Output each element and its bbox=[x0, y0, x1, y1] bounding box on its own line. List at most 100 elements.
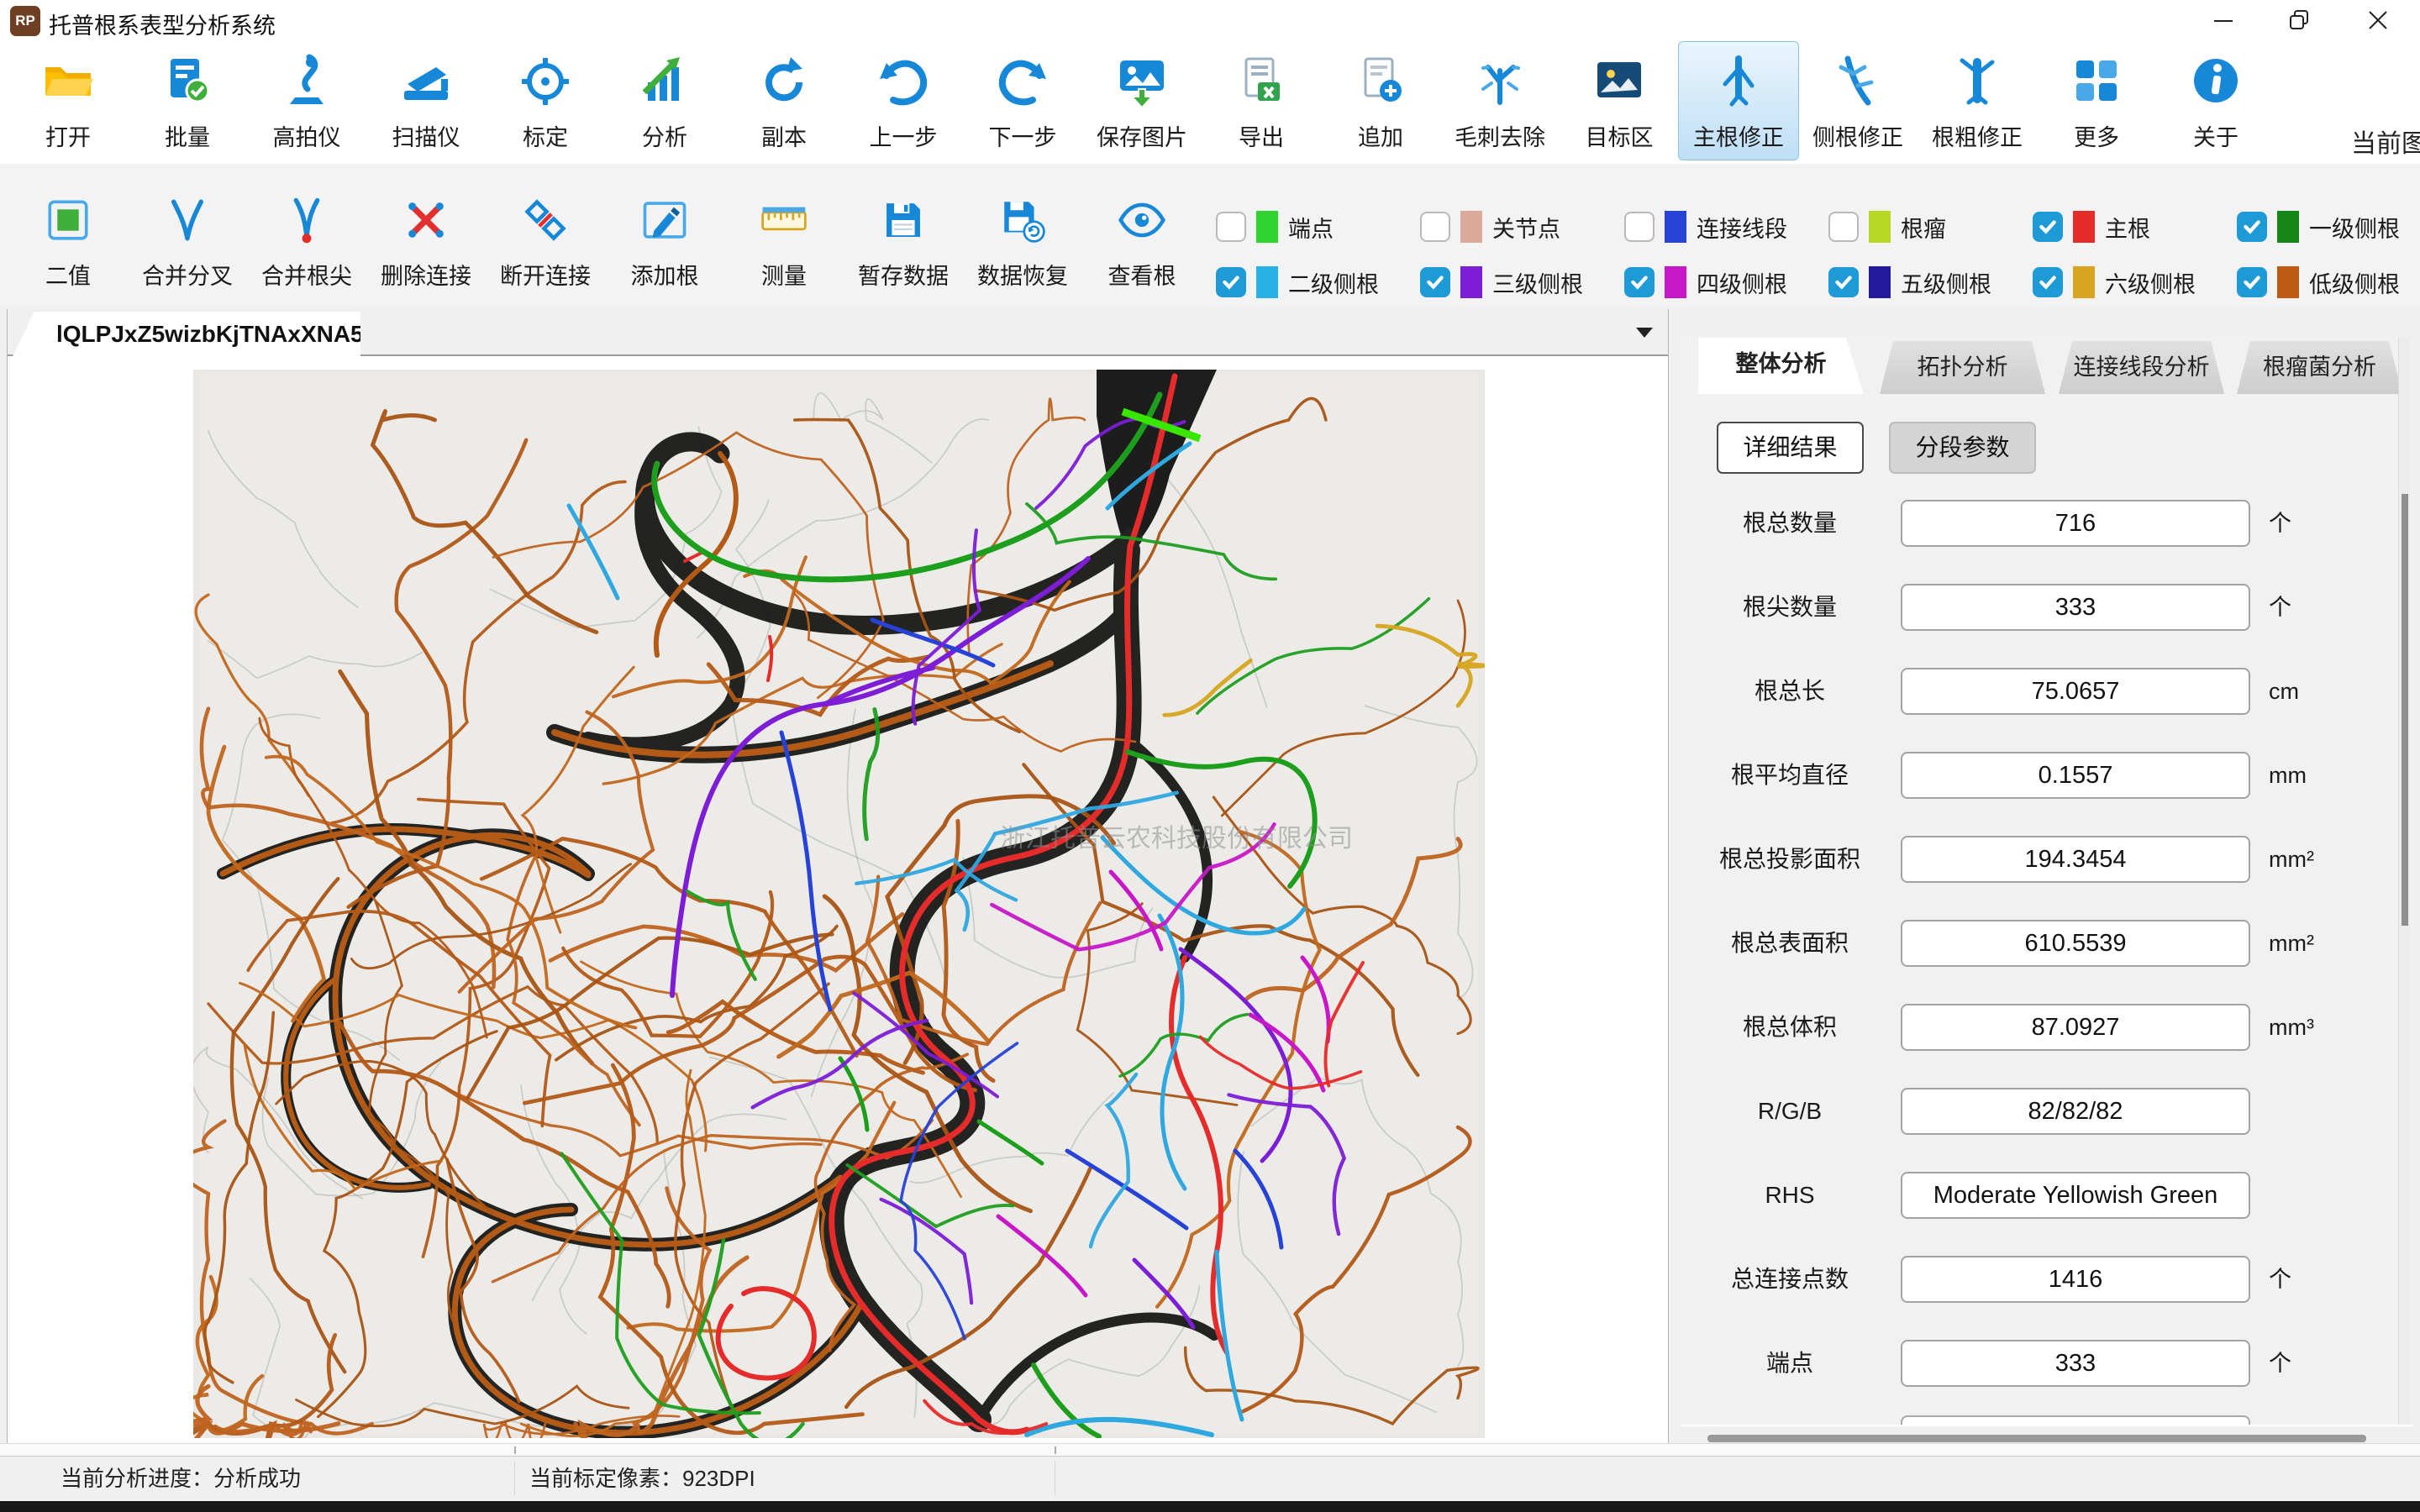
edit-button-label: 暂存数据 bbox=[858, 258, 949, 291]
checkbox[interactable] bbox=[1624, 212, 1655, 242]
open-folder-icon bbox=[41, 54, 95, 108]
close-button[interactable] bbox=[2350, 0, 2406, 40]
toolbar-button-about[interactable]: 关于 bbox=[2156, 42, 2275, 160]
color-swatch bbox=[1869, 266, 1891, 298]
legend-label: 四级侧根 bbox=[1697, 266, 1787, 299]
checkbox[interactable] bbox=[1624, 267, 1655, 297]
edit-button-label: 测量 bbox=[761, 258, 807, 291]
tab-根瘤菌分析[interactable]: 根瘤菌分析 bbox=[2237, 341, 2402, 394]
toolbar-button-export[interactable]: 导出 bbox=[1202, 42, 1321, 160]
toolbar-button-deburr[interactable]: 毛刺去除 bbox=[1440, 42, 1560, 160]
export-icon bbox=[1234, 54, 1288, 108]
checkbox[interactable] bbox=[1420, 267, 1450, 297]
restore-icon bbox=[2289, 9, 2311, 31]
edit-button-add-root[interactable]: 添加根 bbox=[605, 164, 724, 302]
edit-button-measure[interactable]: 测量 bbox=[724, 164, 844, 302]
panel-button-分段参数[interactable]: 分段参数 bbox=[1889, 422, 2036, 474]
edit-button-binary[interactable]: 二值 bbox=[8, 164, 128, 302]
toolbar-button-save-image[interactable]: 保存图片 bbox=[1082, 42, 1202, 160]
root-scan-image[interactable]: 浙江托普云农科技股份有限公司 bbox=[193, 370, 1485, 1438]
toolbar-button-main-root-fix[interactable]: 主根修正 bbox=[1679, 42, 1798, 160]
legend-item-连接线段: 连接线段 bbox=[1624, 211, 1828, 244]
edit-button-merge-fork[interactable]: 合并分叉 bbox=[128, 164, 247, 302]
panel-button-详细结果[interactable]: 详细结果 bbox=[1717, 422, 1864, 474]
image-viewer[interactable]: 浙江托普云农科技股份有限公司 bbox=[8, 356, 1668, 1453]
checkbox[interactable] bbox=[2237, 212, 2267, 242]
legend-item-三级侧根: 三级侧根 bbox=[1420, 266, 1624, 299]
edit-button-break-link[interactable]: 断开连接 bbox=[486, 164, 605, 302]
toolbar-button-open-folder[interactable]: 打开 bbox=[8, 42, 128, 160]
field-unit: cm bbox=[2269, 667, 2378, 716]
field-label: 根总长 bbox=[1697, 667, 1882, 716]
calibrate-icon bbox=[518, 54, 572, 108]
field-value-input[interactable] bbox=[1901, 1172, 2250, 1219]
checkbox[interactable] bbox=[1828, 212, 1859, 242]
checkbox[interactable] bbox=[1420, 212, 1450, 242]
tab-整体分析[interactable]: 整体分析 bbox=[1698, 338, 1864, 394]
toolbar-button-lateral-root-fix[interactable]: 侧根修正 bbox=[1798, 42, 1918, 160]
toolbar-button-append[interactable]: 追加 bbox=[1321, 42, 1440, 160]
toolbar-button-target-area[interactable]: 目标区 bbox=[1560, 42, 1679, 160]
toolbar-button-more[interactable]: 更多 bbox=[2037, 42, 2156, 160]
horizontal-scrollbar[interactable] bbox=[1707, 1435, 2366, 1442]
toolbar-button-redo[interactable]: 下一步 bbox=[963, 42, 1082, 160]
edit-button-restore-data[interactable]: 数据恢复 bbox=[963, 164, 1082, 302]
maximize-button[interactable] bbox=[2272, 0, 2328, 40]
field-value-input[interactable] bbox=[1901, 836, 2250, 883]
edit-button-label: 删除连接 bbox=[381, 258, 471, 291]
chevron-down-icon[interactable] bbox=[1636, 328, 1653, 338]
bottom-strip bbox=[0, 1501, 2420, 1512]
toolbar-button-duplicate[interactable]: 副本 bbox=[724, 42, 844, 160]
panel-scrollbar-thumb[interactable] bbox=[2402, 494, 2408, 926]
document-tab[interactable]: lQLPJxZ5wizbKjTNAxXNA5... bbox=[13, 312, 360, 356]
edit-toolbar: 二值合并分叉合并根尖删除连接断开连接添加根测量暂存数据数据恢复查看根 端点关节点… bbox=[0, 164, 2420, 307]
save-image-icon bbox=[1115, 54, 1169, 108]
toolbar-button-undo[interactable]: 上一步 bbox=[844, 42, 963, 160]
field-value-input[interactable] bbox=[1901, 1088, 2250, 1135]
toolbar-button-doc-camera[interactable]: 高拍仪 bbox=[247, 42, 366, 160]
checkbox[interactable] bbox=[1828, 267, 1859, 297]
edit-button-stash-data[interactable]: 暂存数据 bbox=[844, 164, 963, 302]
edit-button-merge-tip[interactable]: 合并根尖 bbox=[247, 164, 366, 302]
panel-scrollbar[interactable] bbox=[2398, 338, 2410, 1425]
checkbox[interactable] bbox=[1216, 212, 1246, 242]
toolbar-button-calibrate[interactable]: 标定 bbox=[486, 42, 605, 160]
checkbox[interactable] bbox=[2033, 267, 2063, 297]
field-label: RHS bbox=[1697, 1171, 1882, 1220]
field-value-input[interactable] bbox=[1901, 1340, 2250, 1387]
field-value-input[interactable] bbox=[1901, 584, 2250, 631]
field-value-input[interactable] bbox=[1901, 1256, 2250, 1303]
toolbar-button-analyze[interactable]: 分析 bbox=[605, 42, 724, 160]
color-swatch bbox=[2277, 211, 2299, 243]
field-value-input[interactable] bbox=[1901, 920, 2250, 967]
tab-连接线段分析[interactable]: 连接线段分析 bbox=[2059, 341, 2224, 394]
field-label: 根总表面积 bbox=[1697, 919, 1882, 968]
toolbar-button-label: 保存图片 bbox=[1097, 119, 1187, 152]
lateral-root-fix-icon bbox=[1831, 54, 1885, 108]
field-value-input[interactable] bbox=[1901, 500, 2250, 547]
field-row-端点: 端点个 bbox=[1681, 1339, 2413, 1389]
checkbox[interactable] bbox=[1216, 267, 1246, 297]
field-label: R/G/B bbox=[1697, 1087, 1882, 1136]
field-unit: mm bbox=[2269, 751, 2378, 800]
redo-icon bbox=[996, 54, 1050, 108]
color-swatch bbox=[1460, 211, 1482, 243]
toolbar-button-root-width-fix[interactable]: 根粗修正 bbox=[1918, 42, 2037, 160]
field-value-input[interactable] bbox=[1901, 1004, 2250, 1051]
image-workspace: lQLPJxZ5wizbKjTNAxXNA5... bbox=[7, 309, 1669, 1453]
field-value-input[interactable] bbox=[1901, 668, 2250, 715]
field-label: 根平均直径 bbox=[1697, 751, 1882, 800]
toolbar-button-batch[interactable]: 批量 bbox=[128, 42, 247, 160]
edit-button-delete-link[interactable]: 删除连接 bbox=[366, 164, 486, 302]
checkbox[interactable] bbox=[2033, 212, 2063, 242]
toolbar-button-scanner[interactable]: 扫描仪 bbox=[366, 42, 486, 160]
field-value-input[interactable] bbox=[1901, 752, 2250, 799]
checkbox[interactable] bbox=[2237, 267, 2267, 297]
tab-拓扑分析[interactable]: 拓扑分析 bbox=[1880, 341, 2045, 394]
color-swatch bbox=[2073, 266, 2095, 298]
edit-button-view-root[interactable]: 查看根 bbox=[1082, 164, 1202, 302]
analysis-panel: 整体分析拓扑分析连接线段分析根瘤菌分析 详细结果分段参数 根总数量个根尖数量个根… bbox=[1681, 338, 2413, 1426]
field-label: 根总数量 bbox=[1697, 499, 1882, 548]
minimize-button[interactable] bbox=[2196, 0, 2251, 40]
scanner-icon bbox=[399, 54, 453, 108]
